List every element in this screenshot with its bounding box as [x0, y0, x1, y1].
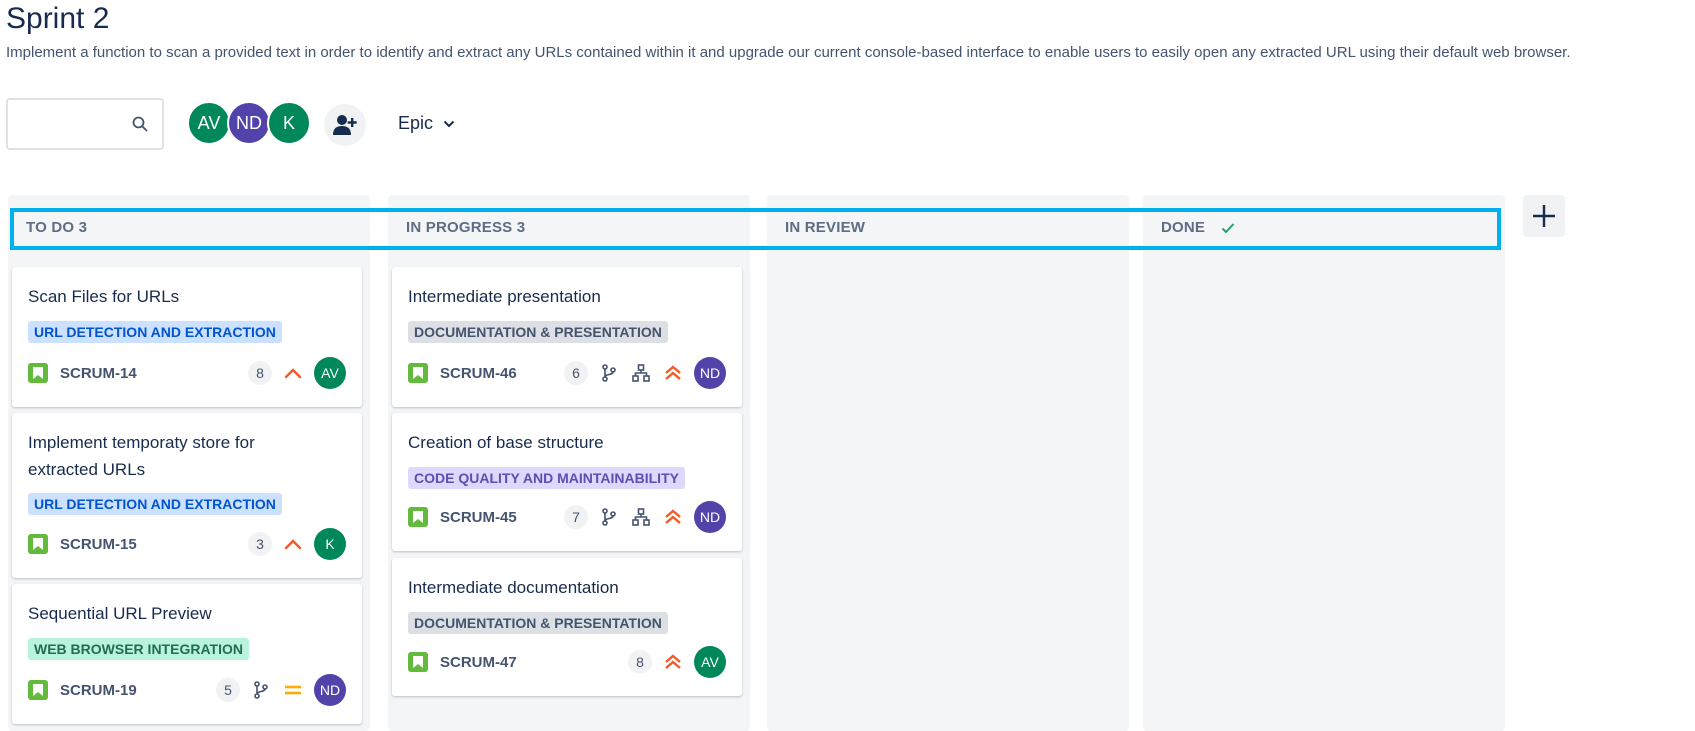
- issue-key[interactable]: SCRUM-46: [440, 365, 564, 382]
- story-points-badge: 6: [564, 361, 588, 385]
- story-icon: [408, 363, 428, 383]
- avatar[interactable]: K: [267, 101, 311, 145]
- issue-key[interactable]: SCRUM-19: [60, 682, 216, 699]
- column-in-review: IN REVIEW: [767, 195, 1129, 731]
- epic-lozenge[interactable]: DOCUMENTATION & PRESENTATION: [408, 321, 668, 343]
- card-footer: SCRUM-46 6 ND: [408, 356, 726, 390]
- priority-highest-icon: [662, 362, 684, 384]
- issue-card[interactable]: Creation of base structure CODE QUALITY …: [392, 413, 742, 551]
- story-points-badge: 7: [564, 505, 588, 529]
- issue-card[interactable]: Implement temporaty store for extracted …: [12, 413, 362, 578]
- sprint-description: Implement a function to scan a provided …: [6, 44, 1571, 61]
- issue-card[interactable]: Scan Files for URLs URL DETECTION AND EX…: [12, 267, 362, 407]
- story-points-badge: 8: [248, 361, 272, 385]
- card-title: Intermediate presentation: [408, 287, 601, 306]
- chevron-down-icon: [443, 120, 455, 127]
- priority-highest-icon: [662, 506, 684, 528]
- story-points-badge: 5: [216, 678, 240, 702]
- story-points-badge: 8: [628, 650, 652, 674]
- epic-lozenge[interactable]: WEB BROWSER INTEGRATION: [28, 638, 249, 660]
- priority-high-icon: [282, 533, 304, 555]
- issue-key[interactable]: SCRUM-45: [440, 509, 564, 526]
- assignee-avatar[interactable]: AV: [314, 357, 346, 389]
- story-icon: [28, 363, 48, 383]
- assignee-avatar[interactable]: AV: [694, 646, 726, 678]
- page-title: Sprint 2: [6, 2, 110, 35]
- story-icon: [28, 680, 48, 700]
- column-done: DONE: [1143, 195, 1505, 731]
- add-people-button[interactable]: [324, 104, 366, 146]
- epic-filter-dropdown[interactable]: Epic: [398, 113, 455, 134]
- issue-key[interactable]: SCRUM-47: [440, 654, 628, 671]
- branch-icon: [598, 362, 620, 384]
- issue-card[interactable]: Intermediate documentation DOCUMENTATION…: [392, 558, 742, 696]
- avatar[interactable]: ND: [227, 101, 271, 145]
- plus-icon: [1533, 205, 1555, 227]
- assignee-avatar[interactable]: K: [314, 528, 346, 560]
- card-title: Creation of base structure: [408, 433, 604, 452]
- story-icon: [408, 652, 428, 672]
- card-footer: SCRUM-45 7 ND: [408, 500, 726, 534]
- branch-icon: [598, 506, 620, 528]
- search-input[interactable]: [6, 98, 164, 150]
- add-column-button[interactable]: [1523, 195, 1565, 237]
- avatar[interactable]: AV: [187, 101, 231, 145]
- card-title: Scan Files for URLs: [28, 287, 180, 306]
- epic-lozenge[interactable]: URL DETECTION AND EXTRACTION: [28, 493, 282, 515]
- assignee-avatar[interactable]: ND: [694, 357, 726, 389]
- epic-lozenge[interactable]: CODE QUALITY AND MAINTAINABILITY: [408, 467, 685, 489]
- epic-lozenge[interactable]: DOCUMENTATION & PRESENTATION: [408, 612, 668, 634]
- issue-card[interactable]: Sequential URL Preview WEB BROWSER INTEG…: [12, 584, 362, 724]
- issue-key[interactable]: SCRUM-15: [60, 536, 248, 553]
- column-headers-highlight: [10, 208, 1501, 250]
- card-title: Intermediate documentation: [408, 578, 619, 597]
- assignee-avatar[interactable]: ND: [694, 501, 726, 533]
- card-footer: SCRUM-19 5 ND: [28, 673, 346, 707]
- issue-card[interactable]: Intermediate presentation DOCUMENTATION …: [392, 267, 742, 407]
- story-icon: [408, 507, 428, 527]
- priority-medium-icon: [282, 679, 304, 701]
- epic-lozenge[interactable]: URL DETECTION AND EXTRACTION: [28, 321, 282, 343]
- card-title: Implement temporaty store for extracted …: [28, 433, 255, 479]
- add-person-icon: [333, 115, 357, 135]
- issue-key[interactable]: SCRUM-14: [60, 365, 248, 382]
- card-footer: SCRUM-47 8 AV: [408, 645, 726, 679]
- search-icon: [132, 116, 148, 132]
- priority-highest-icon: [662, 651, 684, 673]
- assignee-avatar[interactable]: ND: [314, 674, 346, 706]
- story-points-badge: 3: [248, 532, 272, 556]
- child-issues-icon: [630, 362, 652, 384]
- card-title: Sequential URL Preview: [28, 604, 212, 623]
- card-footer: SCRUM-15 3 K: [28, 527, 346, 561]
- branch-icon: [250, 679, 272, 701]
- card-footer: SCRUM-14 8 AV: [28, 356, 346, 390]
- child-issues-icon: [630, 506, 652, 528]
- story-icon: [28, 534, 48, 554]
- priority-high-icon: [282, 362, 304, 384]
